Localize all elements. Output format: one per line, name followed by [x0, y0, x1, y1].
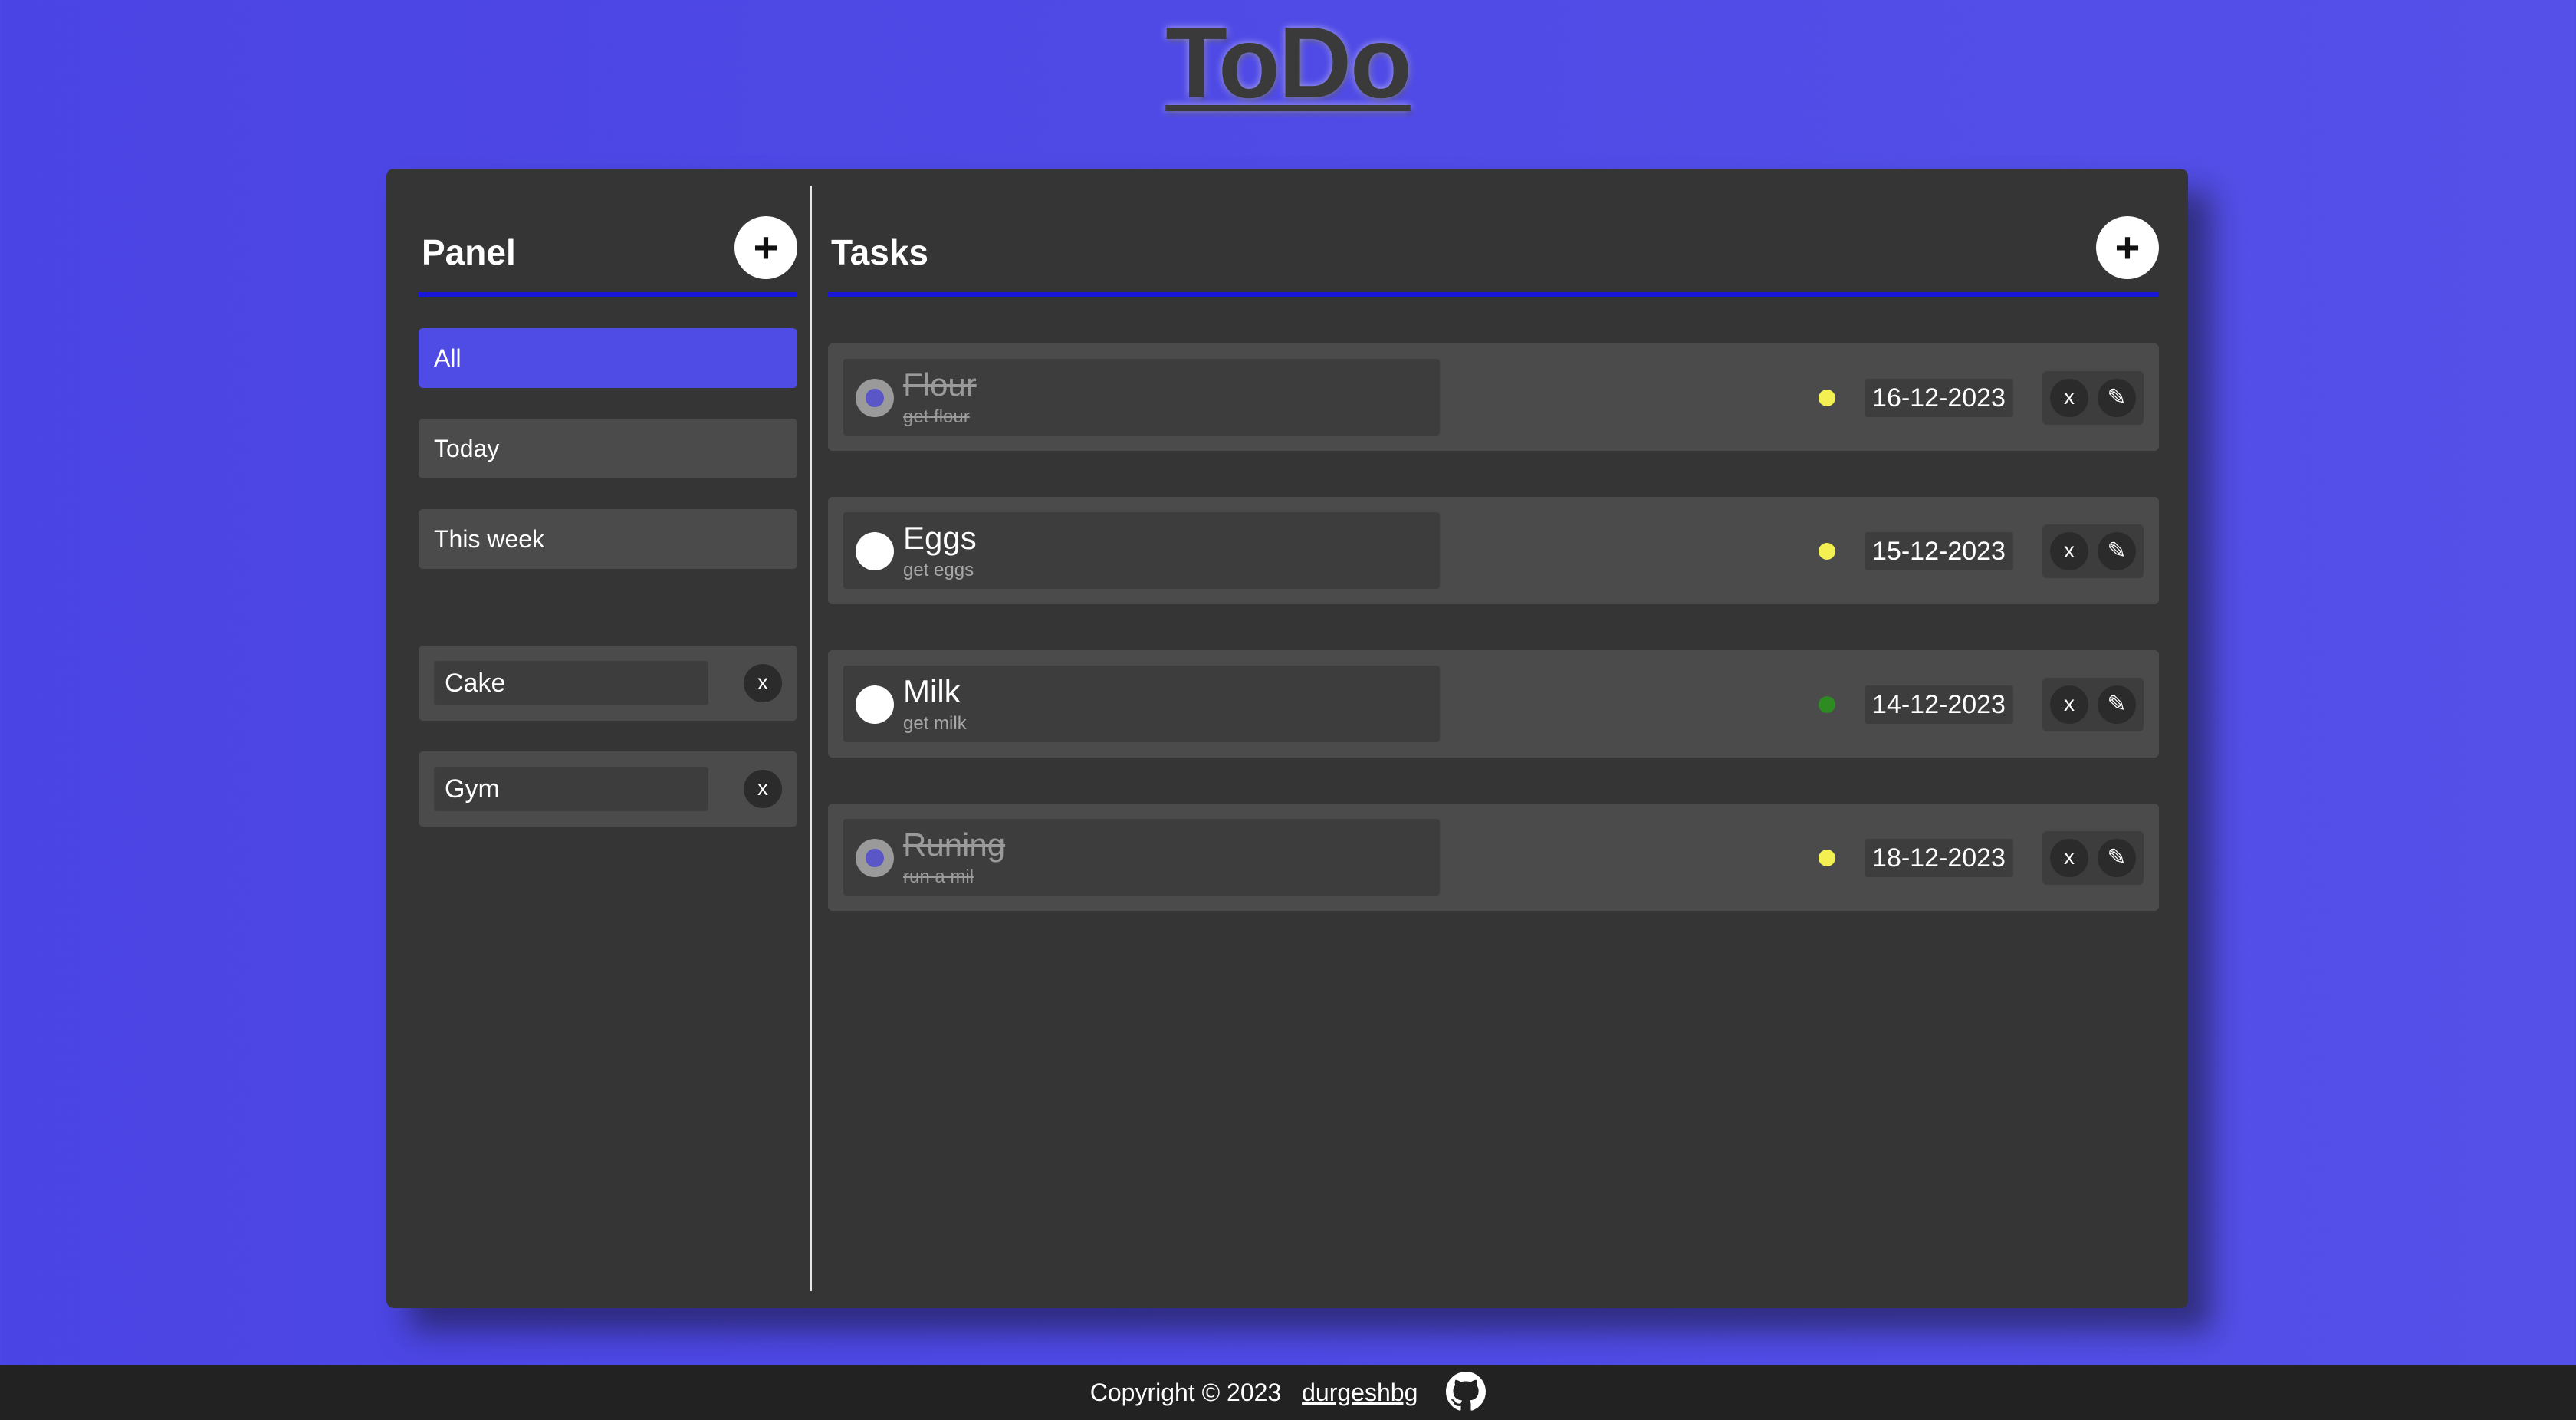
project-item: Cake x — [419, 646, 797, 721]
footer: Copyright © 2023 durgeshbg — [0, 1365, 2576, 1420]
task-title: Milk — [903, 673, 961, 709]
todo-card: Panel + All Today This week Cake x Gym x… — [386, 169, 2188, 1308]
task-body[interactable]: Milk get milk — [843, 666, 1440, 742]
task-description: get flour — [903, 406, 970, 427]
task-date[interactable]: 16-12-2023 — [1865, 379, 2013, 417]
edit-task-button[interactable]: ✎ — [2098, 685, 2136, 724]
task-title: Eggs — [903, 520, 977, 556]
task-row: Milk get milk 14-12-2023 x ✎ — [828, 650, 2159, 758]
edit-task-button[interactable]: ✎ — [2098, 839, 2136, 877]
project-item: Gym x — [419, 751, 797, 827]
task-date[interactable]: 18-12-2023 — [1865, 839, 2013, 877]
section-divider — [810, 186, 812, 1291]
app-title: ToDo — [1165, 6, 1411, 119]
task-title: Runing — [903, 827, 1006, 863]
github-icon[interactable] — [1446, 1371, 1487, 1412]
task-actions: x ✎ — [2042, 524, 2144, 578]
task-description: get milk — [903, 713, 967, 734]
tasks-header: Tasks + — [828, 202, 2159, 297]
filter-today[interactable]: Today — [419, 419, 797, 478]
task-body[interactable]: Eggs get eggs — [843, 512, 1440, 589]
task-row: Runing run a mil 18-12-2023 x ✎ — [828, 804, 2159, 911]
task-actions: x ✎ — [2042, 831, 2144, 885]
task-title: Flour — [903, 367, 977, 403]
project-name-gym[interactable]: Gym — [434, 767, 708, 811]
task-checkbox[interactable] — [856, 685, 894, 724]
priority-dot — [1819, 696, 1835, 713]
panel-section: Panel + All Today This week Cake x Gym x — [419, 202, 797, 1291]
task-body[interactable]: Runing run a mil — [843, 819, 1440, 896]
task-date[interactable]: 14-12-2023 — [1865, 685, 2013, 724]
delete-project-button[interactable]: x — [744, 664, 782, 702]
panel-title: Panel — [422, 232, 516, 272]
task-date[interactable]: 15-12-2023 — [1865, 532, 2013, 570]
delete-task-button[interactable]: x — [2050, 532, 2088, 570]
filter-this-week[interactable]: This week — [419, 509, 797, 569]
delete-task-button[interactable]: x — [2050, 839, 2088, 877]
task-body[interactable]: Flour get flour — [843, 359, 1440, 436]
priority-dot — [1819, 543, 1835, 560]
task-row: Eggs get eggs 15-12-2023 x ✎ — [828, 497, 2159, 604]
add-task-button[interactable]: + — [2096, 216, 2159, 279]
delete-task-button[interactable]: x — [2050, 685, 2088, 724]
task-checkbox[interactable] — [856, 839, 894, 877]
project-name-cake[interactable]: Cake — [434, 661, 708, 705]
footer-copyright: Copyright © 2023 — [1089, 1379, 1282, 1406]
edit-task-button[interactable]: ✎ — [2098, 532, 2136, 570]
task-checkbox[interactable] — [856, 532, 894, 570]
edit-task-button[interactable]: ✎ — [2098, 379, 2136, 417]
task-description: run a mil — [903, 866, 974, 887]
delete-task-button[interactable]: x — [2050, 379, 2088, 417]
delete-project-button[interactable]: x — [744, 770, 782, 808]
tasks-title: Tasks — [831, 232, 929, 272]
add-project-button[interactable]: + — [734, 216, 797, 279]
project-list: Cake x Gym x — [419, 646, 797, 827]
task-list: Flour get flour 16-12-2023 x ✎ Eggs get … — [828, 343, 2159, 911]
priority-dot — [1819, 390, 1835, 406]
filter-all[interactable]: All — [419, 328, 797, 388]
author-link[interactable]: durgeshbg — [1302, 1379, 1418, 1406]
task-actions: x ✎ — [2042, 371, 2144, 425]
task-actions: x ✎ — [2042, 678, 2144, 731]
panel-header: Panel + — [419, 202, 797, 297]
task-row: Flour get flour 16-12-2023 x ✎ — [828, 343, 2159, 451]
tasks-section: Tasks + Flour get flour 16-12-2023 x ✎ E… — [828, 202, 2159, 1291]
task-description: get eggs — [903, 560, 974, 580]
priority-dot — [1819, 850, 1835, 866]
task-checkbox[interactable] — [856, 379, 894, 417]
